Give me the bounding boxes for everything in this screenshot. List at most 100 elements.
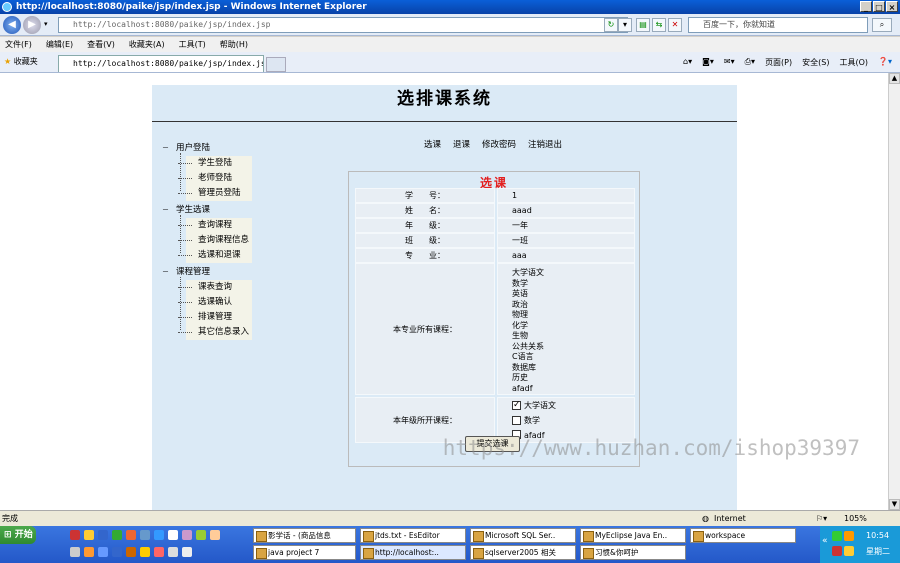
close-button[interactable]: ×: [886, 1, 898, 12]
checkbox-course-2[interactable]: [512, 416, 521, 425]
home-icon[interactable]: ⌂▾: [683, 57, 692, 68]
taskbar-button[interactable]: jtds.txt - EsEditor: [360, 528, 466, 543]
address-dropdown-icon[interactable]: ▾: [618, 18, 632, 32]
tray-expand-icon[interactable]: «: [822, 536, 828, 546]
app-icon[interactable]: [168, 530, 178, 540]
menu-favorites[interactable]: 收藏夹(A): [129, 37, 165, 52]
search-icon[interactable]: ⌕: [872, 18, 892, 32]
list-item: C语言: [512, 352, 534, 361]
feeds-icon[interactable]: ◙▾: [702, 57, 714, 68]
help-icon[interactable]: ❓▾: [878, 57, 892, 68]
tree-item-scheduling[interactable]: 排课管理: [178, 310, 252, 325]
app-icon[interactable]: [126, 530, 136, 540]
link-change-password[interactable]: 修改密码: [482, 138, 516, 150]
app-icon[interactable]: [84, 530, 94, 540]
tree-item-student-login[interactable]: 学生登陆: [178, 156, 252, 171]
tree-item-admin-login[interactable]: 管理员登陆: [178, 186, 252, 201]
app-icon[interactable]: [210, 530, 220, 540]
maximize-button[interactable]: □: [873, 1, 885, 12]
status-bar: 完成 ◍ Internet ⚐▾ 105%: [0, 510, 900, 526]
app-icon[interactable]: [98, 547, 108, 557]
list-item: 物理: [512, 310, 528, 319]
tray-icon[interactable]: [832, 546, 842, 556]
checkbox-course-1[interactable]: [512, 399, 521, 412]
app-icon[interactable]: [154, 547, 164, 557]
menu-file[interactable]: 文件(F): [5, 37, 32, 52]
menu-help[interactable]: 帮助(H): [220, 37, 248, 52]
taskbar-button[interactable]: sqlserver2005 相关: [470, 545, 576, 560]
start-button[interactable]: ⊞ 开始: [0, 526, 36, 544]
tray-icon[interactable]: [844, 546, 854, 556]
tree-item-select-drop[interactable]: 选课和退课: [178, 248, 252, 263]
app-icon[interactable]: [140, 530, 150, 540]
app-icon[interactable]: [112, 530, 122, 540]
clock-day: 星期二: [866, 547, 890, 556]
tree-item-other-info[interactable]: 其它信息录入: [178, 325, 252, 340]
compat-view-icon[interactable]: ▤: [636, 18, 650, 32]
menu-tools[interactable]: 工具(T): [179, 37, 206, 52]
tray-icon[interactable]: [832, 531, 842, 541]
app-icon[interactable]: [140, 547, 150, 557]
taskbar-button[interactable]: java project 7: [253, 545, 356, 560]
back-button[interactable]: ◀: [3, 16, 21, 34]
app-icon[interactable]: [154, 530, 164, 540]
tools-menu[interactable]: 工具(O): [839, 57, 868, 68]
go-icon[interactable]: ⇆: [652, 18, 666, 32]
menu-edit[interactable]: 编辑(E): [46, 37, 73, 52]
page-menu[interactable]: 页面(P): [765, 57, 792, 68]
app-icon[interactable]: [182, 547, 192, 557]
print-icon[interactable]: ⎙▾: [745, 57, 755, 68]
field-label: 专 业：: [355, 248, 495, 263]
scroll-up-icon[interactable]: ▲: [889, 73, 900, 84]
link-select-course[interactable]: 选课: [424, 138, 441, 150]
taskbar-button-active[interactable]: http://localhost:..: [360, 545, 466, 560]
taskbar-button[interactable]: 习惯&你呵护: [580, 545, 686, 560]
scroll-down-icon[interactable]: ▼: [889, 499, 900, 510]
vertical-scrollbar[interactable]: ▲ ▼: [888, 73, 900, 510]
history-dropdown-icon[interactable]: ▾: [44, 20, 48, 28]
tree-item-query-course-info[interactable]: 查询课程信息: [178, 233, 252, 248]
field-value-name: aaad: [497, 203, 635, 218]
stop-icon[interactable]: ✕: [668, 18, 682, 32]
forward-button[interactable]: ▶: [23, 16, 41, 34]
windows-logo-icon: ⊞: [4, 530, 12, 540]
menu-view[interactable]: 查看(V): [87, 37, 115, 52]
tree-item-query-course[interactable]: 查询课程: [178, 218, 252, 233]
refresh-icon[interactable]: ↻: [604, 18, 618, 32]
favorites-button[interactable]: ★ 收藏夹: [4, 56, 38, 67]
mail-icon[interactable]: ✉▾: [724, 57, 735, 68]
taskbar-button[interactable]: workspace: [690, 528, 796, 543]
command-bar: ⌂▾ ◙▾ ✉▾ ⎙▾ 页面(P) 安全(S) 工具(O) ❓▾: [683, 57, 892, 68]
field-label: 班 级：: [355, 233, 495, 248]
app-icon[interactable]: [84, 547, 94, 557]
clock-time[interactable]: 10:54: [866, 531, 889, 540]
zoom-level[interactable]: 105%: [844, 511, 867, 526]
window-title: http://localhost:8080/paike/jsp/index.js…: [16, 2, 367, 12]
minimize-button[interactable]: _: [860, 1, 872, 12]
app-icon[interactable]: [182, 530, 192, 540]
tree-item-teacher-login[interactable]: 老师登陆: [178, 171, 252, 186]
safety-menu[interactable]: 安全(S): [802, 57, 829, 68]
app-icon[interactable]: [70, 547, 80, 557]
taskbar-button[interactable]: 影学话 - (商品信息: [253, 528, 356, 543]
link-logout[interactable]: 注销退出: [528, 138, 562, 150]
checkbox-label: 大学语文: [524, 401, 556, 410]
tree-item-confirm[interactable]: 选课确认: [178, 295, 252, 310]
tree-item-timetable[interactable]: 课表查询: [178, 280, 252, 295]
app-icon[interactable]: [112, 547, 122, 557]
app-icon[interactable]: [126, 547, 136, 557]
tray-icon[interactable]: [844, 531, 854, 541]
app-icon[interactable]: [70, 530, 80, 540]
app-icon[interactable]: [168, 547, 178, 557]
taskbar-button[interactable]: Microsoft SQL Ser..: [470, 528, 576, 543]
app-icon[interactable]: [196, 530, 206, 540]
search-input[interactable]: 百度一下，你就知道: [688, 17, 868, 33]
new-tab-button[interactable]: [266, 57, 286, 72]
link-drop-course[interactable]: 退课: [453, 138, 470, 150]
app-icon[interactable]: [98, 530, 108, 540]
address-input[interactable]: http://localhost:8080/paike/jsp/index.js…: [58, 17, 628, 33]
favorites-label: 收藏夹: [13, 57, 38, 66]
tab-current[interactable]: http://localhost:8080/paike/jsp/index.js…: [58, 55, 264, 72]
taskbar-button[interactable]: MyEclipse Java En..: [580, 528, 686, 543]
protected-mode-icon[interactable]: ⚐▾: [816, 511, 827, 526]
